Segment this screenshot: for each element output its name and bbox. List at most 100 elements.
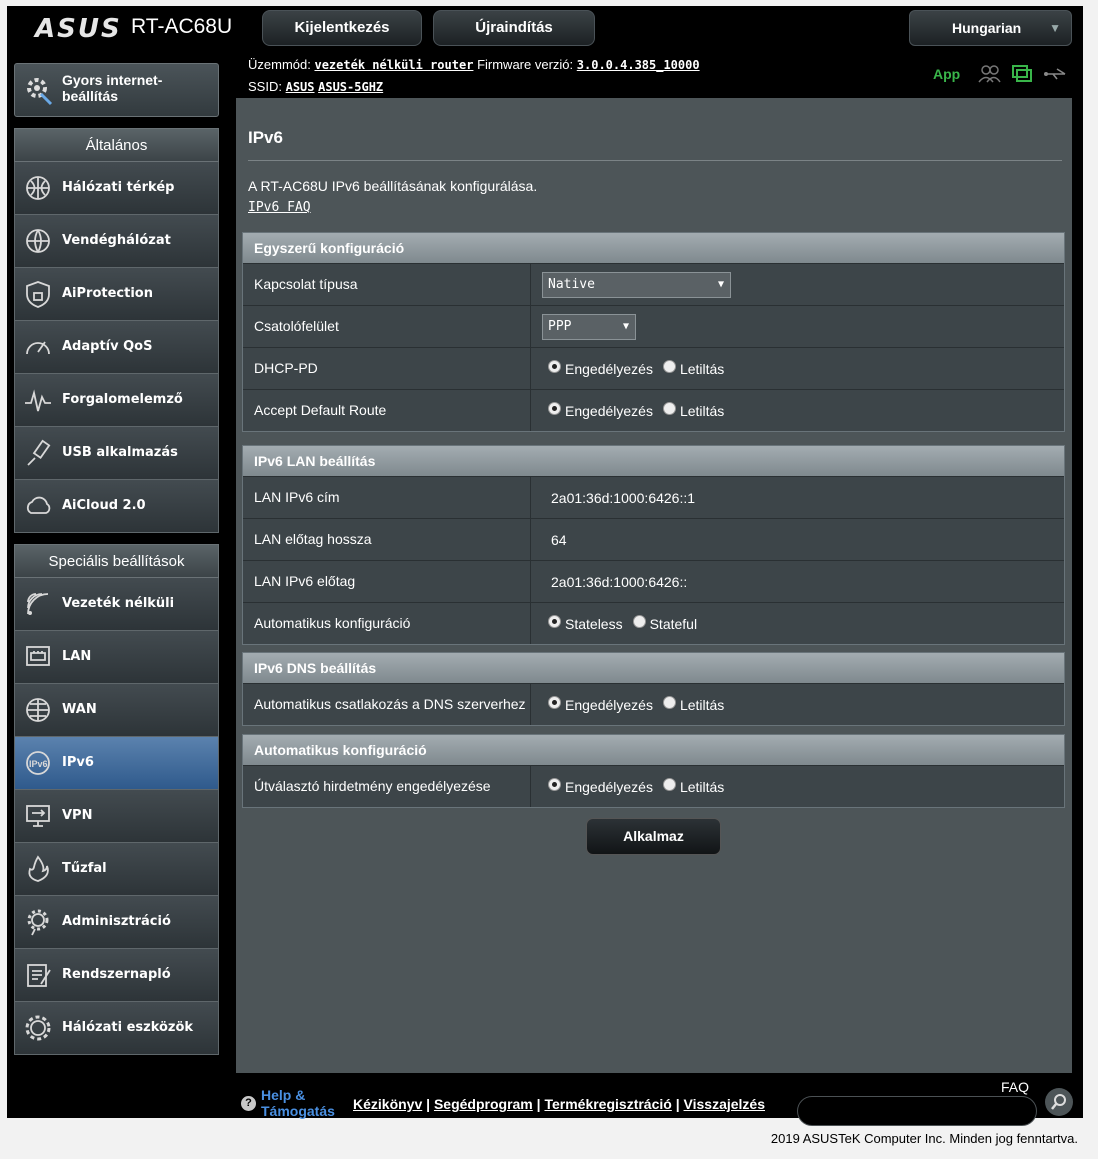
dhcp-pd-disable-radio[interactable]: Letiltás (662, 360, 725, 377)
lan-config-table: IPv6 LAN beállítás LAN IPv6 cím 2a01:36d… (242, 445, 1065, 645)
auto-dns-disable-radio[interactable]: Letiltás (662, 696, 724, 713)
sidebar-item-adminisztráció[interactable]: Adminisztráció (14, 896, 219, 949)
quick-setup-gear-icon (27, 78, 53, 106)
radio-label: Stateful (649, 615, 698, 632)
faq-label: FAQ (1001, 1079, 1030, 1095)
dropdown-arrow-icon: ▼ (717, 278, 724, 290)
svg-text:IPv6: IPv6 (29, 759, 48, 769)
ssid-link-1[interactable]: ASUS (286, 80, 315, 94)
usb-status-icon[interactable] (1043, 66, 1067, 82)
interface-label: Csatolófelület (243, 306, 531, 347)
accept-route-disable-radio[interactable]: Letiltás (662, 402, 724, 419)
feedback-link[interactable]: Visszajelzés (684, 1096, 765, 1112)
sidebar-item-vezeték-nélküli[interactable]: Vezeték nélküli (14, 578, 219, 631)
sidebar-item-label: Vendéghálózat (62, 233, 171, 248)
faq-search-input[interactable] (797, 1096, 1037, 1126)
sidebar-item-label: Hálózati eszközök (62, 1020, 194, 1035)
lan-ipv6-address-label: LAN IPv6 cím (243, 477, 531, 518)
conn-type-select[interactable]: Native ▼ (542, 271, 731, 298)
table-row: LAN IPv6 előtag 2a01:36d:1000:6426:: (243, 560, 1064, 602)
sidebar-item-adaptív-qos[interactable]: Adaptív QoS (14, 321, 219, 374)
registration-link[interactable]: Termékregisztráció (544, 1096, 671, 1112)
sidebar-item-tűzfal[interactable]: Tűzfal (14, 843, 219, 896)
globe-network-icon (26, 176, 50, 200)
sidebar-item-ipv6[interactable]: IPv6 IPv6 (14, 737, 219, 790)
gauge-icon (26, 341, 50, 355)
ipv6-faq-link[interactable]: IPv6 FAQ (248, 200, 311, 215)
sidebar-item-label: Hálózati térkép (62, 180, 175, 195)
utility-link[interactable]: Segédprogram (434, 1096, 533, 1112)
auto-dns-enable-radio[interactable]: Engedélyezés (548, 696, 653, 713)
autoconf-label: Automatikus konfiguráció (243, 603, 531, 644)
dhcp-pd-enable-radio[interactable]: Engedélyezés (548, 360, 653, 377)
network-status-icon[interactable] (1011, 64, 1033, 84)
manual-link[interactable]: Kézikönyv (353, 1096, 422, 1112)
sidebar-item-label: Adaptív QoS (62, 339, 153, 354)
mode-link[interactable]: vezeték nélküli router (314, 58, 473, 72)
sidebar-item-lan[interactable]: LAN (14, 631, 219, 684)
table-row: Accept Default Route Engedélyezés Letilt… (243, 389, 1064, 431)
apply-button[interactable]: Alkalmaz (586, 818, 721, 855)
sidebar-item-label: VPN (62, 808, 93, 823)
dhcp-pd-label: DHCP-PD (243, 348, 531, 389)
copyright: 2019 ASUSTeK Computer Inc. Minden jog fe… (770, 1131, 1078, 1146)
sidebar-item-vpn[interactable]: VPN (14, 790, 219, 843)
ipv6-icon: IPv6 (26, 751, 50, 775)
quick-internet-setup-button[interactable]: Gyors internet-beállítás (14, 63, 219, 117)
lan-ipv6-address-value: 2a01:36d:1000:6426::1 (551, 489, 696, 506)
radio-checked-icon (548, 696, 561, 709)
search-button[interactable] (1045, 1088, 1073, 1116)
router-adv-disable-radio[interactable]: Letiltás (662, 778, 724, 795)
sidebar-item-hálózati-térkép[interactable]: Hálózati térkép (14, 162, 219, 215)
sidebar-item-label: AiCloud 2.0 (62, 498, 146, 513)
stateless-radio[interactable]: Stateless (548, 615, 623, 632)
sidebar-item-label: Forgalomelemző (62, 392, 183, 407)
wan-globe-icon (26, 698, 50, 722)
shield-lock-icon (26, 281, 50, 308)
lan-prefix-value: 2a01:36d:1000:6426:: (551, 573, 688, 590)
conn-type-label: Kapcsolat típusa (243, 264, 531, 305)
clients-icon[interactable] (977, 64, 1001, 84)
radio-label: Letiltás (679, 360, 725, 377)
logout-button[interactable]: Kijelentkezés (262, 10, 422, 46)
sidebar-item-vendéghálózat[interactable]: Vendéghálózat (14, 215, 219, 268)
help-support-link[interactable]: Help & Támogatás (261, 1087, 335, 1119)
accept-route-enable-radio[interactable]: Engedélyezés (548, 402, 653, 419)
table-row: DHCP-PD Engedélyezés Letiltás (243, 347, 1064, 389)
radio-checked-icon (548, 778, 561, 791)
sidebar-item-label: Rendszernapló (62, 967, 171, 982)
radio-unchecked-icon (662, 402, 676, 415)
radio-label: Stateless (565, 615, 623, 632)
sidebar-item-aicloud-2-0[interactable]: AiCloud 2.0 (14, 480, 219, 533)
page-description: A RT-AC68U IPv6 beállításának konfigurál… (248, 178, 538, 194)
table-row: Automatikus konfiguráció Stateless State… (243, 602, 1064, 644)
app-link[interactable]: App (933, 66, 960, 82)
radio-checked-icon (548, 615, 561, 628)
router-adv-enable-radio[interactable]: Engedélyezés (548, 778, 653, 795)
language-select[interactable]: Hungarian ▼ (909, 10, 1072, 46)
router-admin-window: ASUS RT-AC68U Kijelentkezés Újraindítás … (7, 6, 1083, 1126)
auto-dns-label: Automatikus csatlakozás a DNS szerverhez (243, 684, 531, 725)
sidebar-item-aiprotection[interactable]: AiProtection (14, 268, 219, 321)
sidebar-item-forgalomelemző[interactable]: Forgalomelemző (14, 374, 219, 427)
reboot-button[interactable]: Újraindítás (433, 10, 595, 46)
footer: ? Help & Támogatás Kézikönyv | Segédprog… (236, 1076, 1083, 1126)
sidebar-item-wan[interactable]: WAN (14, 684, 219, 737)
asus-logo: ASUS (35, 14, 122, 44)
system-log-icon (27, 964, 51, 987)
dns-config-table: IPv6 DNS beállítás Automatikus csatlakoz… (242, 652, 1065, 726)
dropdown-arrow-icon: ▼ (622, 320, 629, 332)
stateful-radio[interactable]: Stateful (632, 615, 698, 632)
auto-config-table: Automatikus konfiguráció Útválasztó hird… (242, 734, 1065, 808)
table-row: Automatikus csatlakozás a DNS szerverhez… (243, 683, 1064, 725)
ssid-link-2[interactable]: ASUS-5GHZ (318, 80, 383, 94)
firmware-link[interactable]: 3.0.0.4.385_10000 (577, 58, 700, 72)
sidebar-item-usb-alkalmazás[interactable]: USB alkalmazás (14, 427, 219, 480)
mode-label: Üzemmód: (248, 57, 311, 72)
language-value: Hungarian (952, 20, 1022, 36)
sidebar-item-rendszernapló[interactable]: Rendszernapló (14, 949, 219, 1002)
interface-select[interactable]: PPP ▼ (542, 313, 636, 340)
table-row: LAN előtag hossza 64 (243, 518, 1064, 560)
sidebar-item-hálózati-eszközök[interactable]: Hálózati eszközök (14, 1002, 219, 1055)
sidebar-item-label: Tűzfal (62, 861, 107, 876)
